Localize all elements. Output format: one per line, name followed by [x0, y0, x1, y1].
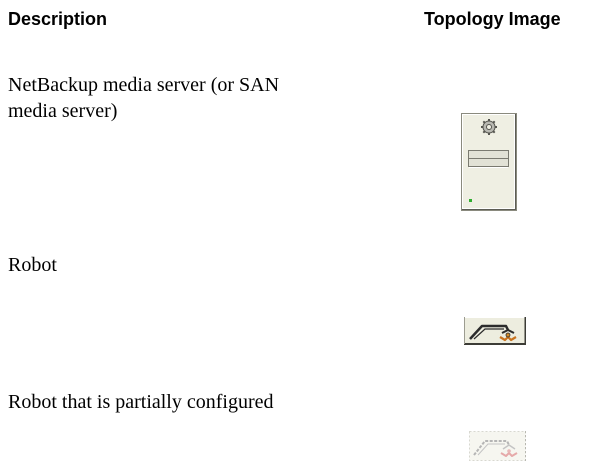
description-line-1: NetBackup media server (or SAN [8, 74, 280, 96]
row-description-robot: Robot [8, 254, 57, 276]
row-description-media-server: NetBackup media server (or SAN media ser… [8, 72, 279, 124]
robot-partially-configured-icon [469, 431, 526, 461]
table-header-description: Description [8, 9, 108, 29]
robot-icon [464, 317, 526, 345]
row-description-robot-partial: Robot that is partially configured [8, 391, 274, 413]
media-server-icon [461, 113, 517, 211]
gear-icon [481, 119, 497, 135]
table-header-topology-image: Topology Image [424, 9, 561, 29]
description-line-2: media server) [8, 100, 118, 122]
